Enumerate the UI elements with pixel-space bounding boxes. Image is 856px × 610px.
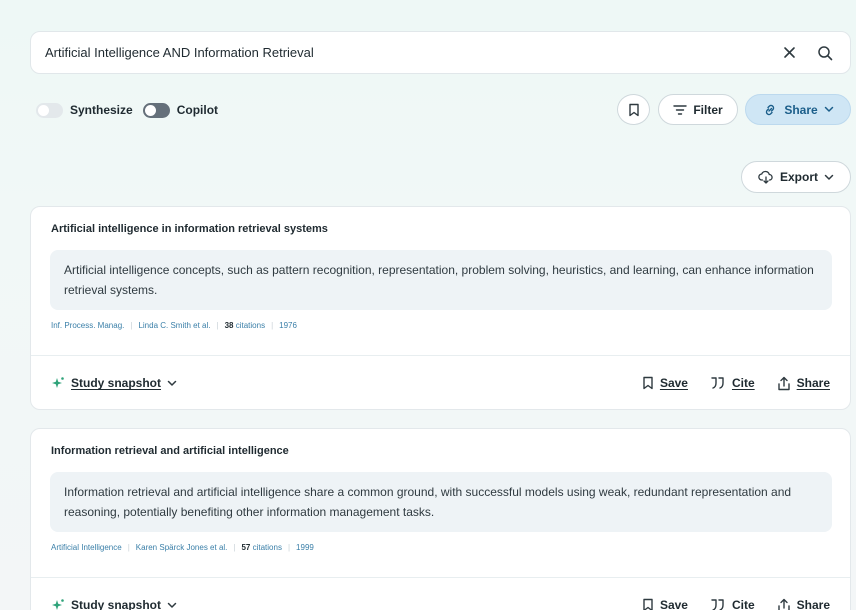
share-search-label: Share: [784, 102, 818, 117]
search-bar: [30, 31, 851, 74]
toggle-group: Synthesize Copilot: [36, 100, 228, 120]
divider: [31, 355, 850, 356]
authors[interactable]: Karen Spärck Jones et al.: [136, 543, 228, 552]
save-button[interactable]: Save: [642, 598, 688, 610]
copilot-toggle[interactable]: [142, 102, 170, 118]
chevron-down-icon: [167, 602, 177, 609]
study-snapshot-label: Study snapshot: [71, 376, 162, 390]
close-icon[interactable]: [776, 40, 802, 66]
result-meta: Artificial Intelligence | Karen Spärck J…: [51, 543, 314, 552]
result-actions: Study snapshot Save Cite Share: [51, 595, 830, 610]
share-icon: [777, 376, 791, 391]
result-actions: Study snapshot Save Cite Share: [51, 373, 830, 393]
result-summary: Artificial intelligence concepts, such a…: [50, 250, 832, 310]
export-button[interactable]: Export: [741, 161, 851, 193]
share-label: Share: [796, 376, 830, 390]
sparkle-icon: [51, 376, 65, 390]
divider: [31, 577, 850, 578]
result-meta: Inf. Process. Manag. | Linda C. Smith et…: [51, 321, 297, 330]
study-snapshot-button[interactable]: Study snapshot: [51, 598, 177, 610]
share-icon: [777, 598, 791, 610]
journal-name[interactable]: Inf. Process. Manag.: [51, 321, 124, 330]
result-card: Information retrieval and artificial int…: [30, 428, 851, 610]
synthesize-label: Synthesize: [70, 103, 133, 117]
share-button[interactable]: Share: [777, 376, 830, 391]
bookmark-icon: [642, 376, 654, 390]
chevron-down-icon: [167, 380, 177, 387]
result-summary: Information retrieval and artificial int…: [50, 472, 832, 532]
citation-count[interactable]: 57 citations: [241, 543, 282, 552]
share-button[interactable]: Share: [777, 598, 830, 610]
export-label: Export: [779, 170, 818, 184]
result-title[interactable]: Artificial intelligence in information r…: [51, 223, 328, 235]
share-search-button[interactable]: Share: [745, 94, 851, 125]
chevron-down-icon: [824, 174, 834, 181]
study-snapshot-label: Study snapshot: [71, 598, 162, 610]
cloud-download-icon: [758, 170, 774, 185]
quote-icon: [710, 376, 726, 390]
copilot-label: Copilot: [176, 103, 219, 117]
synthesize-toggle[interactable]: [36, 102, 63, 118]
sparkle-icon: [51, 598, 65, 610]
link-icon: [762, 102, 778, 118]
share-label: Share: [796, 598, 830, 610]
journal-name[interactable]: Artificial Intelligence: [51, 543, 122, 552]
save-label: Save: [659, 376, 688, 390]
quote-icon: [710, 598, 726, 610]
filter-icon: [673, 104, 688, 116]
result-title[interactable]: Information retrieval and artificial int…: [51, 445, 289, 457]
result-card: Artificial intelligence in information r…: [30, 206, 851, 410]
save-label: Save: [659, 598, 688, 610]
citation-count[interactable]: 38 citations: [225, 321, 266, 330]
bookmark-icon: [642, 598, 654, 610]
cite-button[interactable]: Cite: [710, 376, 755, 390]
bookmark-button[interactable]: [617, 94, 650, 125]
save-button[interactable]: Save: [642, 376, 688, 390]
publication-year: 1976: [279, 321, 297, 330]
cite-label: Cite: [731, 598, 755, 610]
filter-button[interactable]: Filter: [658, 94, 738, 125]
search-input[interactable]: [45, 45, 766, 60]
publication-year: 1999: [296, 543, 314, 552]
study-snapshot-button[interactable]: Study snapshot: [51, 376, 177, 390]
filter-label: Filter: [693, 102, 723, 117]
cite-button[interactable]: Cite: [710, 598, 755, 610]
search-icon[interactable]: [812, 40, 838, 66]
authors[interactable]: Linda C. Smith et al.: [138, 321, 210, 330]
cite-label: Cite: [731, 376, 755, 390]
chevron-down-icon: [824, 106, 834, 113]
bookmark-icon: [628, 103, 640, 117]
